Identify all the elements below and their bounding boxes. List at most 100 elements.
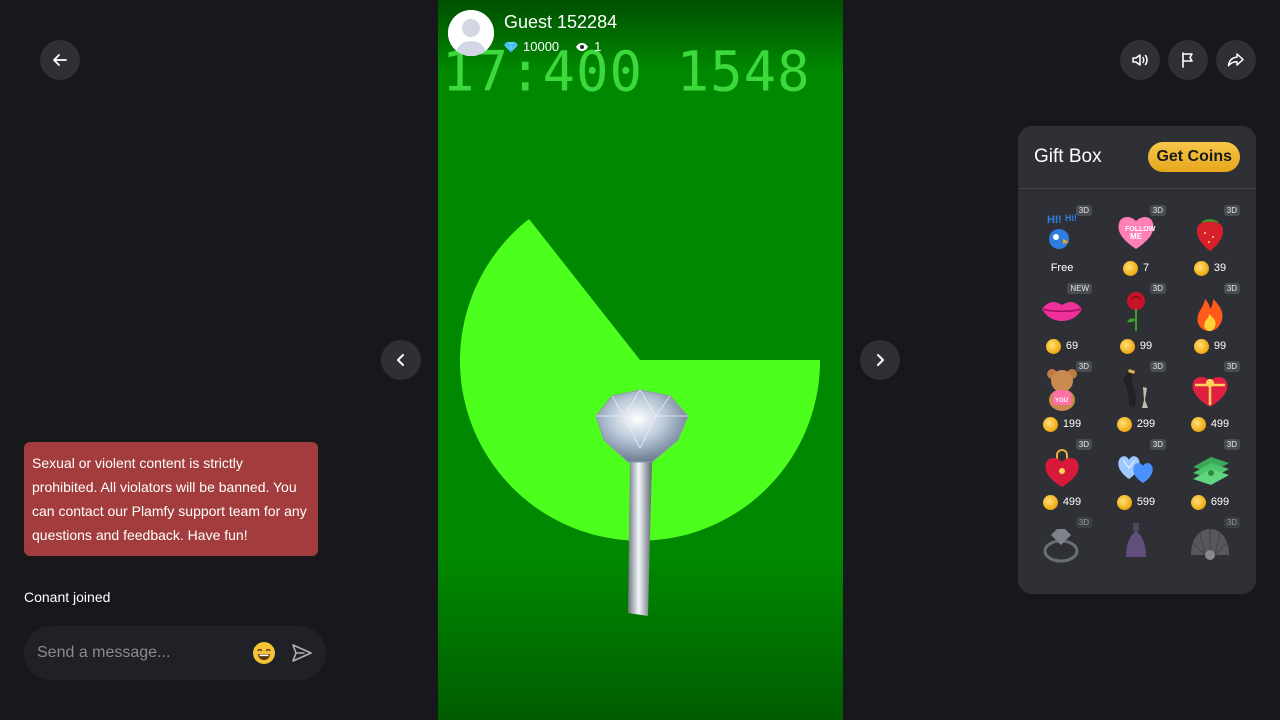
- next-stream-button[interactable]: [860, 340, 900, 380]
- coin-icon: [1042, 416, 1058, 432]
- gift-item[interactable]: 3D: [1026, 515, 1098, 593]
- gift-item[interactable]: HI! Hi! 3D Free: [1026, 203, 1098, 281]
- gift-price-value: 39: [1213, 262, 1227, 274]
- gift-price: 499: [1042, 494, 1082, 510]
- gift-price-value: 199: [1062, 418, 1082, 430]
- gift-price: 39: [1193, 260, 1227, 276]
- send-icon[interactable]: [290, 641, 314, 665]
- gift-item[interactable]: 3D 299: [1100, 359, 1172, 437]
- report-button[interactable]: [1168, 40, 1208, 80]
- gift-tag-badge: 3D: [1149, 439, 1166, 450]
- perfume-icon: [1126, 523, 1146, 557]
- gift-tag-badge: 3D: [1223, 205, 1240, 216]
- eye-icon: [576, 42, 589, 51]
- host-avatar[interactable]: [448, 10, 494, 56]
- gift-price-value: 99: [1213, 340, 1227, 352]
- coin-icon: [1119, 338, 1135, 354]
- sound-button[interactable]: [1120, 40, 1160, 80]
- gift-price-value: 69: [1065, 340, 1079, 352]
- get-coins-button[interactable]: Get Coins: [1148, 142, 1240, 172]
- gift-item[interactable]: FOLLOW ME 3D 7: [1100, 203, 1172, 281]
- gift-tag-badge: 3D: [1075, 361, 1092, 372]
- gift-price-value: 7: [1142, 262, 1150, 274]
- coin-icon: [1045, 338, 1061, 354]
- share-button[interactable]: [1216, 40, 1256, 80]
- gift-price-value: 499: [1062, 496, 1082, 508]
- gift-price-value: 99: [1139, 340, 1153, 352]
- join-message: Conant joined: [24, 589, 111, 605]
- gift-box-title: Gift Box: [1034, 146, 1102, 167]
- gift-price: 199: [1042, 416, 1082, 432]
- diamond-count-value: 10000: [523, 39, 560, 54]
- previous-stream-button[interactable]: [381, 340, 421, 380]
- default-avatar-icon: [448, 10, 494, 56]
- speaker-icon: [1132, 54, 1148, 66]
- message-composer: [24, 626, 326, 680]
- gift-price: 599: [1116, 494, 1156, 510]
- gift-tag-badge: 3D: [1149, 361, 1166, 372]
- gift-grid: HI! Hi! 3D Free FOLLOW ME 3D 7 3D 39 NEW 69 3D 99 3D 99…: [1018, 189, 1256, 593]
- gift-price: 69: [1045, 338, 1079, 354]
- back-button[interactable]: [40, 40, 80, 80]
- community-notice: Sexual or violent content is strictly pr…: [24, 442, 318, 556]
- gift-item[interactable]: 3D 99: [1174, 281, 1246, 359]
- gift-item[interactable]: NEW 69: [1026, 281, 1098, 359]
- gift-tag-badge: 3D: [1075, 517, 1092, 528]
- gift-price-value: 499: [1210, 418, 1230, 430]
- gift-item[interactable]: 3D 499: [1174, 359, 1246, 437]
- gift-tag-badge: 3D: [1075, 439, 1092, 450]
- gift-price: 499: [1190, 416, 1230, 432]
- viewer-count-value: 1: [594, 39, 602, 54]
- arrow-left-icon: [53, 54, 67, 66]
- gift-tag-badge: 3D: [1149, 205, 1166, 216]
- coin-icon: [1190, 494, 1206, 510]
- coin-icon: [1190, 416, 1206, 432]
- gift-item[interactable]: 3D 599: [1100, 437, 1172, 515]
- gift-tag-badge: NEW: [1067, 283, 1092, 294]
- host-info: Guest 152284 10000 1: [448, 10, 617, 56]
- gift-item[interactable]: 3D: [1174, 515, 1246, 593]
- gift-price-value: Free: [1050, 262, 1074, 274]
- flag-icon: [1182, 52, 1193, 68]
- coin-icon: [1116, 494, 1132, 510]
- host-name: Guest 152284: [504, 12, 618, 32]
- gift-item[interactable]: 3D 99: [1100, 281, 1172, 359]
- diamond-icon: [504, 41, 518, 53]
- svg-text:HI!: HI!: [1047, 214, 1062, 226]
- gift-item[interactable]: 3D 499: [1026, 437, 1098, 515]
- svg-text:YOU: YOU: [1055, 398, 1068, 404]
- coin-icon: [1042, 494, 1058, 510]
- gift-price-value: 599: [1136, 496, 1156, 508]
- svg-text:Hi!: Hi!: [1065, 213, 1077, 223]
- coin-icon: [1116, 416, 1132, 432]
- coin-icon: [1193, 338, 1209, 354]
- svg-text:ME: ME: [1130, 232, 1143, 241]
- coin-icon: [1122, 260, 1138, 276]
- gift-tag-badge: 3D: [1075, 205, 1092, 216]
- live-stream-video[interactable]: 17:400 1548: [438, 0, 843, 720]
- share-arrow-icon: [1227, 53, 1244, 67]
- diamond-count: 10000: [504, 39, 559, 54]
- viewer-count: 1: [575, 39, 601, 54]
- emoji-icon[interactable]: [252, 641, 276, 665]
- gift-item[interactable]: YOU 3D 199: [1026, 359, 1098, 437]
- gift-price-value: 299: [1136, 418, 1156, 430]
- gift-box-panel: Gift Box Get Coins HI! Hi! 3D Free FOLLOW ME 3…: [1018, 126, 1256, 594]
- gift-price: 99: [1119, 338, 1153, 354]
- gift-tag-badge: 3D: [1223, 361, 1240, 372]
- diamond-ring-image: [595, 389, 689, 616]
- gift-item[interactable]: [1100, 515, 1172, 593]
- gift-price: Free: [1051, 260, 1074, 276]
- gift-item[interactable]: 3D 39: [1174, 203, 1246, 281]
- gift-price: 99: [1193, 338, 1227, 354]
- gift-tag-badge: 3D: [1223, 439, 1240, 450]
- gift-tag-badge: 3D: [1149, 283, 1166, 294]
- coin-icon: [1193, 260, 1209, 276]
- gift-price-value: 699: [1210, 496, 1230, 508]
- gift-tag-badge: 3D: [1223, 283, 1240, 294]
- gift-price: 699: [1190, 494, 1230, 510]
- gift-item[interactable]: 3D 699: [1174, 437, 1246, 515]
- gift-tag-badge: 3D: [1223, 517, 1240, 528]
- message-input[interactable]: [37, 644, 252, 662]
- gift-price: 7: [1122, 260, 1150, 276]
